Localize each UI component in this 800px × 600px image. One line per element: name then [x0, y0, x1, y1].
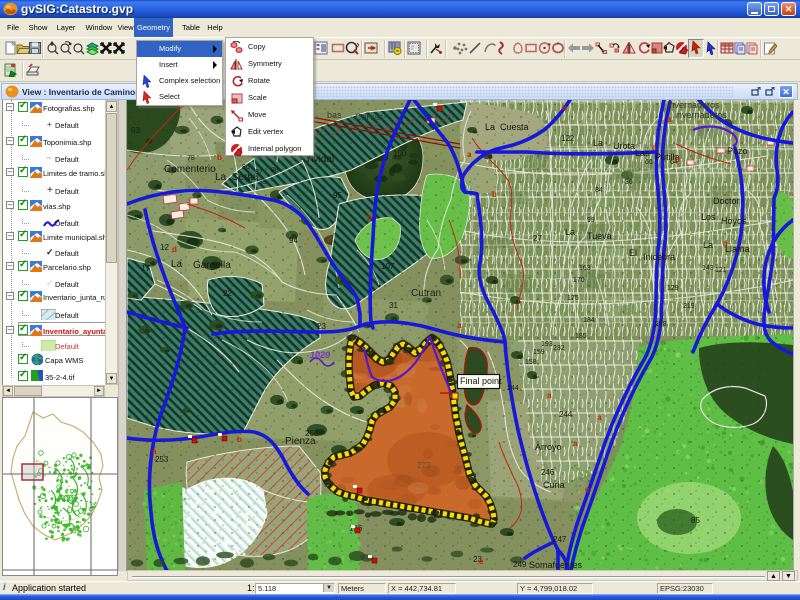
svg-text:La: La — [171, 259, 183, 270]
svg-text:a: a — [723, 239, 728, 248]
svg-text:78: 78 — [187, 155, 195, 162]
svg-text:250: 250 — [305, 429, 319, 438]
svg-text:a: a — [562, 103, 567, 112]
svg-text:bas: bas — [327, 110, 342, 120]
svg-text:143: 143 — [702, 265, 714, 272]
svg-text:b: b — [675, 155, 680, 164]
svg-text:85: 85 — [691, 516, 700, 525]
svg-text:El: El — [629, 248, 637, 258]
svg-text:b: b — [217, 153, 222, 162]
svg-text:Cementerio: Cementerio — [164, 164, 216, 175]
svg-text:b: b — [492, 190, 497, 199]
svg-text:129: 129 — [667, 285, 679, 292]
svg-text:89: 89 — [259, 179, 267, 186]
svg-text:a: a — [467, 150, 472, 159]
svg-text:invernaderos: invernaderos — [675, 110, 728, 120]
svg-text:Pozo: Pozo — [727, 146, 748, 156]
svg-text:184: 184 — [583, 317, 595, 324]
svg-text:Inicebra: Inicebra — [643, 252, 675, 262]
svg-text:a: a — [652, 143, 657, 152]
svg-text:Llama: Llama — [725, 244, 750, 254]
svg-text:e: e — [585, 485, 590, 494]
svg-text:66: 66 — [645, 159, 653, 166]
svg-text:a: a — [547, 391, 552, 400]
svg-text:100: 100 — [393, 149, 407, 158]
svg-text:Urota: Urota — [613, 141, 635, 151]
svg-text:107: 107 — [381, 262, 395, 271]
svg-text:193: 193 — [541, 341, 553, 348]
svg-text:La: La — [703, 240, 713, 250]
svg-text:94: 94 — [289, 236, 298, 245]
svg-text:Arroyo: Arroyo — [535, 442, 562, 452]
svg-text:121: 121 — [715, 267, 727, 274]
svg-text:185: 185 — [575, 333, 587, 340]
svg-text:La Cuesta: La Cuesta — [485, 122, 529, 132]
svg-text:La: La — [593, 138, 603, 148]
svg-text:272: 272 — [417, 461, 431, 470]
svg-text:158: 158 — [525, 359, 537, 366]
svg-text:Invernaderos: Invernaderos — [667, 100, 720, 110]
svg-text:b: b — [367, 213, 372, 222]
svg-text:Hoyos: Hoyos — [721, 216, 747, 226]
svg-text:219: 219 — [683, 303, 695, 310]
svg-text:Final point: Final point — [460, 376, 502, 386]
svg-text:247: 247 — [553, 535, 567, 544]
svg-text:84: 84 — [595, 187, 603, 194]
svg-text:36: 36 — [625, 179, 633, 186]
svg-text:95: 95 — [333, 191, 342, 200]
svg-text:88: 88 — [271, 167, 279, 174]
svg-text:1029: 1029 — [310, 350, 330, 360]
svg-text:163: 163 — [579, 265, 591, 272]
svg-text:23: 23 — [317, 322, 326, 331]
svg-text:122: 122 — [561, 134, 575, 143]
svg-text:27: 27 — [533, 234, 542, 243]
svg-text:87: 87 — [255, 169, 263, 176]
svg-text:Los: Los — [701, 212, 716, 222]
svg-text:Corvas: Corvas — [355, 112, 384, 122]
svg-text:22: 22 — [223, 289, 232, 298]
svg-text:a: a — [457, 321, 462, 330]
svg-text:159: 159 — [533, 349, 545, 356]
svg-text:246: 246 — [541, 468, 555, 477]
svg-text:244: 244 — [507, 385, 519, 392]
svg-text:a: a — [152, 447, 157, 456]
svg-text:249: 249 — [513, 560, 527, 569]
svg-text:b: b — [237, 435, 242, 444]
svg-text:Tueva: Tueva — [587, 231, 612, 241]
svg-text:31: 31 — [389, 301, 398, 310]
svg-text:d: d — [172, 245, 177, 254]
svg-text:Cutran: Cutran — [411, 288, 441, 299]
svg-text:228: 228 — [655, 321, 667, 328]
svg-text:Doctor: Doctor — [713, 196, 740, 206]
svg-text:Gargolla: Gargolla — [193, 260, 231, 271]
svg-text:90: 90 — [245, 177, 253, 184]
svg-text:Somafuentes: Somafuentes — [529, 560, 583, 570]
svg-text:86: 86 — [242, 164, 250, 171]
svg-text:a: a — [597, 413, 602, 422]
svg-text:b: b — [327, 235, 332, 244]
svg-text:Curia: Curia — [543, 480, 565, 490]
svg-text:99: 99 — [587, 217, 595, 224]
svg-text:a: a — [573, 439, 578, 448]
svg-text:a: a — [667, 115, 672, 124]
svg-text:La: La — [565, 227, 575, 237]
svg-text:▒: ▒ — [411, 45, 414, 50]
svg-text:253: 253 — [155, 455, 169, 464]
svg-text:12: 12 — [160, 243, 169, 252]
svg-text:e: e — [479, 557, 484, 566]
svg-text:175: 175 — [567, 295, 579, 302]
svg-text:170: 170 — [573, 277, 585, 284]
svg-text:Las: Las — [635, 148, 650, 158]
svg-text:63: 63 — [131, 126, 140, 135]
svg-text:232: 232 — [553, 345, 565, 352]
svg-text:17: 17 — [141, 264, 150, 273]
svg-text:244: 244 — [559, 410, 573, 419]
